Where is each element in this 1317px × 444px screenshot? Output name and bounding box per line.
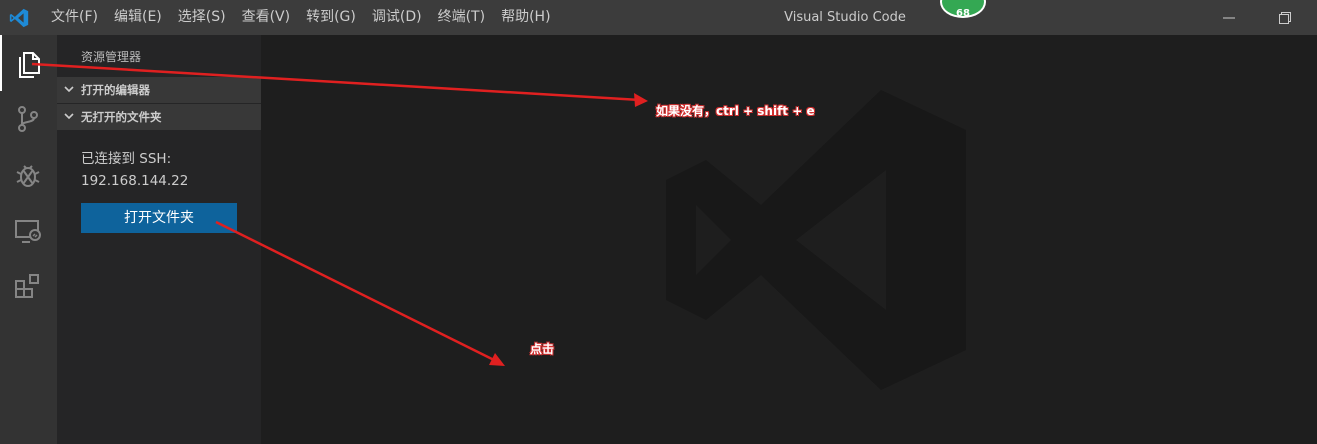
arrow-click	[215, 220, 497, 363]
annotation-shortcut-tip: 如果没有，ctrl + shift + e	[656, 104, 815, 118]
annotation-click-label: 点击	[530, 342, 555, 356]
arrow-tip	[31, 62, 641, 102]
annotation-arrows	[31, 62, 648, 366]
arrow-tip-head	[634, 93, 648, 107]
